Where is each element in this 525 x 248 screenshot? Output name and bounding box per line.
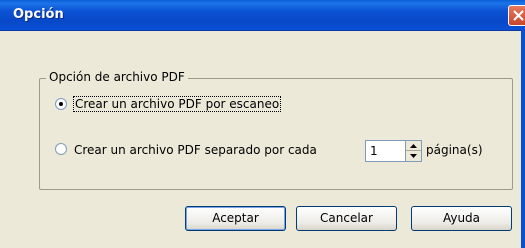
- window-frame-right: [521, 30, 525, 248]
- single-pdf-label[interactable]: Crear un archivo PDF por escaneo: [73, 96, 282, 112]
- close-button[interactable]: [508, 5, 525, 26]
- spinner-up-button[interactable]: [406, 141, 421, 151]
- spinner-buttons: [405, 141, 421, 161]
- spinner-down-button[interactable]: [406, 151, 421, 161]
- pages-spinner[interactable]: 1: [365, 140, 422, 162]
- close-icon: [513, 10, 524, 21]
- pdf-option-group-label: Opción de archivo PDF: [46, 70, 188, 84]
- chevron-down-icon: [410, 154, 417, 158]
- pdf-option-group: [39, 78, 513, 190]
- chevron-up-icon: [410, 144, 417, 148]
- pages-value[interactable]: 1: [370, 144, 378, 158]
- title-bar[interactable]: Opción: [0, 0, 525, 31]
- accept-button[interactable]: Aceptar: [185, 206, 286, 231]
- cancel-button[interactable]: Cancelar: [296, 206, 397, 231]
- radio-selected-dot: [59, 102, 63, 106]
- help-button[interactable]: Ayuda: [411, 206, 512, 231]
- window-title: Opción: [13, 7, 64, 22]
- pages-unit-label: página(s): [426, 143, 483, 157]
- single-pdf-radio[interactable]: [55, 98, 67, 110]
- separate-pdf-label[interactable]: Crear un archivo PDF separado por cada: [74, 143, 317, 157]
- separate-pdf-radio[interactable]: [55, 143, 67, 155]
